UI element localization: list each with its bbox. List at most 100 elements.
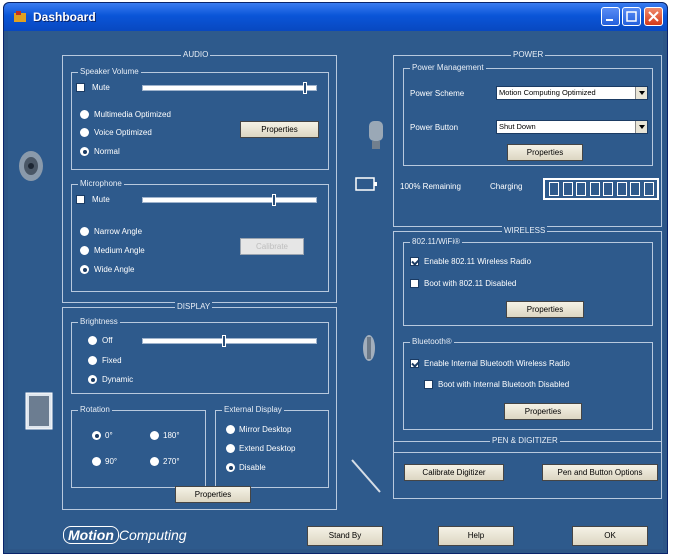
- motion-computing-logo: Motion Computing: [63, 526, 187, 544]
- maximize-icon: [626, 11, 637, 22]
- bluetooth-boot-disabled-checkbox[interactable]: [424, 380, 433, 389]
- rotation-270-label: 270°: [163, 457, 180, 466]
- rotation-title: Rotation: [78, 405, 112, 415]
- dashboard-client-area: AUDIO Speaker Volume Mute Multimedia Opt…: [8, 31, 663, 549]
- bluetooth-enable-label: Enable Internal Bluetooth Wireless Radio: [424, 359, 570, 368]
- standby-button[interactable]: Stand By: [307, 526, 383, 546]
- wifi-boot-disabled-label: Boot with 802.11 Disabled: [424, 279, 517, 288]
- microphone-mute-label: Mute: [92, 195, 110, 204]
- logo-brand: Motion: [63, 526, 119, 544]
- microphone-calibrate-button[interactable]: Calibrate: [240, 238, 304, 255]
- battery-cell: [630, 182, 640, 196]
- battery-cell: [549, 182, 559, 196]
- help-button[interactable]: Help: [438, 526, 514, 546]
- rotation-radio-90[interactable]: [92, 457, 101, 466]
- speaker-volume-group: Speaker Volume Mute Multimedia Optimized…: [71, 67, 329, 170]
- battery-cell: [616, 182, 627, 196]
- speaker-volume-slider[interactable]: [142, 85, 317, 91]
- bluetooth-enable-checkbox[interactable]: [410, 359, 419, 368]
- power-scheme-label: Power Scheme: [410, 89, 465, 98]
- maximize-button[interactable]: [622, 7, 641, 26]
- display-group: DISPLAY Brightness Off Fixed Dynamic Rot…: [62, 302, 337, 510]
- microphone-mode-wide-label: Wide Angle: [94, 265, 135, 274]
- microphone-level-thumb[interactable]: [272, 194, 276, 206]
- power-group-title: POWER: [511, 50, 546, 60]
- external-radio-extend[interactable]: [226, 444, 235, 453]
- title-bar[interactable]: Dashboard: [4, 3, 667, 31]
- brightness-thumb[interactable]: [222, 335, 226, 347]
- logo-rest: Computing: [118, 527, 187, 543]
- battery-cell: [643, 182, 654, 196]
- window-title: Dashboard: [33, 10, 96, 24]
- wifi-enable-checkbox[interactable]: [410, 257, 419, 266]
- speaker-mode-radio-multimedia[interactable]: [80, 110, 89, 119]
- microphone-mode-narrow-label: Narrow Angle: [94, 227, 143, 236]
- wifi-enable-label: Enable 802.11 Wireless Radio: [424, 257, 532, 266]
- brightness-radio-fixed[interactable]: [88, 356, 97, 365]
- speaker-mute-checkbox[interactable]: [76, 83, 85, 92]
- speaker-properties-button[interactable]: Properties: [240, 121, 319, 138]
- speaker-mode-radio-normal[interactable]: [80, 147, 89, 156]
- brightness-off-label: Off: [102, 336, 113, 345]
- bluetooth-title: Bluetooth®: [410, 337, 454, 347]
- external-radio-disable[interactable]: [226, 463, 235, 472]
- brightness-radio-off[interactable]: [88, 336, 97, 345]
- microphone-mode-radio-wide[interactable]: [80, 265, 89, 274]
- external-disable-label: Disable: [239, 463, 266, 472]
- brightness-radio-dynamic[interactable]: [88, 375, 97, 384]
- speaker-mute-label: Mute: [92, 83, 110, 92]
- battery-level-meter: [543, 178, 659, 200]
- battery-cell: [589, 182, 600, 196]
- bluetooth-properties-button[interactable]: Properties: [504, 403, 582, 420]
- chevron-down-icon[interactable]: [635, 87, 647, 99]
- power-scheme-value: Motion Computing Optimized: [499, 88, 596, 97]
- rotation-group: Rotation 0° 180° 90° 270°: [71, 405, 206, 488]
- bluetooth-boot-disabled-label: Boot with Internal Bluetooth Disabled: [438, 380, 570, 389]
- speaker-volume-title: Speaker Volume: [78, 67, 141, 77]
- chevron-down-icon[interactable]: [635, 121, 647, 133]
- rotation-radio-180[interactable]: [150, 431, 159, 440]
- brightness-slider[interactable]: [142, 338, 317, 344]
- power-management-title: Power Management: [410, 63, 486, 73]
- speaker-mode-normal-label: Normal: [94, 147, 120, 156]
- microphone-mode-radio-medium[interactable]: [80, 246, 89, 255]
- wifi-properties-button[interactable]: Properties: [506, 301, 584, 318]
- monitor-icon: [25, 392, 53, 430]
- rotation-radio-0[interactable]: [92, 431, 101, 440]
- wifi-boot-disabled-checkbox[interactable]: [410, 279, 419, 288]
- rotation-radio-270[interactable]: [150, 457, 159, 466]
- rotation-90-label: 90°: [105, 457, 118, 466]
- external-mirror-label: Mirror Desktop: [239, 425, 292, 434]
- power-management-group: Power Management Power Scheme Motion Com…: [403, 63, 653, 166]
- external-radio-mirror[interactable]: [226, 425, 235, 434]
- microphone-level-slider[interactable]: [142, 197, 317, 203]
- power-properties-button[interactable]: Properties: [507, 144, 583, 161]
- battery-remaining-label: 100% Remaining: [400, 182, 461, 191]
- audio-group: AUDIO Speaker Volume Mute Multimedia Opt…: [62, 50, 337, 303]
- close-button[interactable]: [644, 7, 663, 26]
- minimize-button[interactable]: [601, 7, 620, 26]
- minimize-icon: [606, 19, 613, 21]
- microphone-mute-checkbox[interactable]: [76, 195, 85, 204]
- external-display-group: External Display Mirror Desktop Extend D…: [215, 405, 329, 488]
- microphone-mode-radio-narrow[interactable]: [80, 227, 89, 236]
- speaker-mode-voice-label: Voice Optimized: [94, 128, 152, 137]
- speaker-mode-radio-voice[interactable]: [80, 128, 89, 137]
- display-properties-button[interactable]: Properties: [175, 486, 251, 503]
- app-icon: [14, 11, 26, 22]
- close-icon: [648, 11, 659, 22]
- battery-cell: [576, 182, 586, 196]
- power-button-select[interactable]: Shut Down: [496, 120, 648, 134]
- battery-icon: [355, 177, 377, 191]
- wifi-antenna-icon: [363, 335, 375, 361]
- ok-button[interactable]: OK: [572, 526, 648, 546]
- power-scheme-select[interactable]: Motion Computing Optimized: [496, 86, 648, 100]
- speaker-volume-thumb[interactable]: [303, 82, 307, 94]
- audio-group-title: AUDIO: [181, 50, 211, 60]
- microphone-icon: [369, 121, 383, 149]
- pen-icon: [351, 459, 381, 493]
- battery-cell: [562, 182, 573, 196]
- bluetooth-group: Bluetooth® Enable Internal Bluetooth Wir…: [403, 337, 653, 430]
- calibrate-digitizer-button[interactable]: Calibrate Digitizer: [404, 464, 504, 481]
- pen-button-options-button[interactable]: Pen and Button Options: [542, 464, 658, 481]
